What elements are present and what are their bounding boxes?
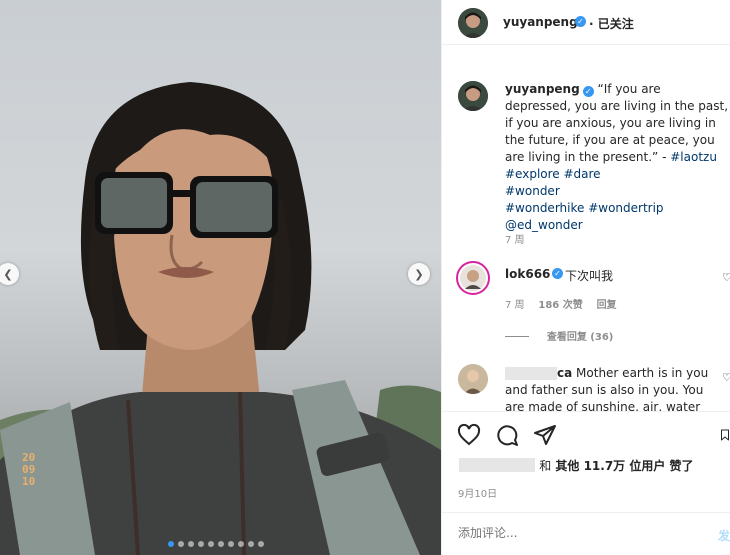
comment-username[interactable]: ca	[557, 366, 572, 380]
carousel-next-button[interactable]: ❯	[408, 263, 430, 285]
bookmark-icon	[721, 429, 729, 441]
carousel-dot	[238, 541, 244, 547]
header-username[interactable]: yuyanpeng	[503, 15, 578, 29]
view-replies-button[interactable]: 查看回复 (36)	[505, 328, 613, 343]
photo-date-stamp: 20 09 10	[22, 451, 36, 488]
carousel-dot	[188, 541, 194, 547]
comment-likes[interactable]: 186 次赞	[538, 300, 582, 311]
reply-button[interactable]: 回复	[597, 300, 617, 311]
comment-text: Mother earth is in you and father sun is…	[505, 366, 709, 411]
carousel-dot	[228, 541, 234, 547]
save-button[interactable]	[719, 422, 730, 448]
avatar[interactable]	[458, 8, 488, 38]
comment-username[interactable]: lok666	[505, 267, 550, 281]
post-comment-button[interactable]: 发	[718, 527, 730, 544]
comment-time[interactable]: 7 周	[505, 300, 525, 311]
avatar[interactable]	[458, 364, 488, 394]
comment-text: 下次叫我	[565, 269, 614, 283]
verified-badge-icon: ✓	[552, 268, 563, 279]
comment-button[interactable]	[494, 422, 520, 448]
action-bar	[442, 411, 730, 457]
selfie-illustration	[0, 82, 441, 555]
post-header: yuyanpeng ✓ · 已关注	[442, 0, 730, 45]
likes-prefix: 和	[539, 459, 552, 473]
mention-link[interactable]: @ed_wonder	[505, 218, 583, 232]
avatar[interactable]	[458, 81, 488, 111]
post-panel: yuyanpeng ✓ · 已关注 yuyanpeng ✓ “If you are…	[441, 0, 730, 555]
hashtag-link[interactable]: #wonder	[505, 184, 560, 198]
post-date[interactable]: 9月10日	[458, 485, 497, 500]
carousel-dot	[178, 541, 184, 547]
post-photo: 20 09 10 ❮ ❯	[0, 0, 441, 555]
follow-status[interactable]: · 已关注	[589, 15, 634, 32]
like-button[interactable]	[456, 422, 482, 448]
chevron-right-icon: ❯	[414, 267, 424, 281]
replies-divider	[505, 336, 529, 337]
heart-icon	[457, 423, 481, 446]
carousel-dot	[208, 541, 214, 547]
comments-list[interactable]: yuyanpeng ✓ “If you are depressed, you ar…	[442, 65, 730, 411]
comment-input[interactable]	[458, 526, 698, 540]
comment-composer: 发	[442, 512, 730, 555]
post-caption: yuyanpeng ✓ “If you are depressed, you ar…	[505, 81, 729, 234]
carousel-dot	[168, 541, 174, 547]
carousel-dot	[258, 541, 264, 547]
carousel-dot	[248, 541, 254, 547]
verified-badge-icon: ✓	[582, 86, 594, 97]
redacted-liker	[459, 458, 535, 472]
carousel-indicator	[168, 541, 264, 547]
hashtag-link[interactable]: #wonderhike #wondertrip	[505, 201, 664, 215]
likes-summary[interactable]: 和 其他 11.7万 位用户 赞了	[459, 457, 694, 474]
caption-username[interactable]: yuyanpeng	[505, 82, 580, 96]
comment-icon	[497, 425, 518, 446]
heart-icon[interactable]: ♡	[722, 271, 730, 284]
chevron-left-icon: ❮	[3, 267, 13, 281]
paper-plane-icon	[534, 425, 556, 445]
caption-time[interactable]: 7 周	[505, 231, 525, 246]
carousel-dot	[218, 541, 224, 547]
view-replies-label: 查看回复 (36)	[546, 332, 614, 343]
carousel-dot	[198, 541, 204, 547]
verified-badge-icon: ✓	[575, 16, 586, 27]
likes-count-text[interactable]: 其他 11.7万 位用户 赞了	[555, 459, 693, 473]
comment-meta: 7 周 186 次赞 回复	[505, 296, 617, 311]
heart-icon[interactable]: ♡	[722, 371, 730, 384]
comment-body: ca Mother earth is in you and father sun…	[505, 365, 720, 411]
avatar[interactable]	[456, 261, 490, 295]
share-button[interactable]	[532, 422, 558, 448]
